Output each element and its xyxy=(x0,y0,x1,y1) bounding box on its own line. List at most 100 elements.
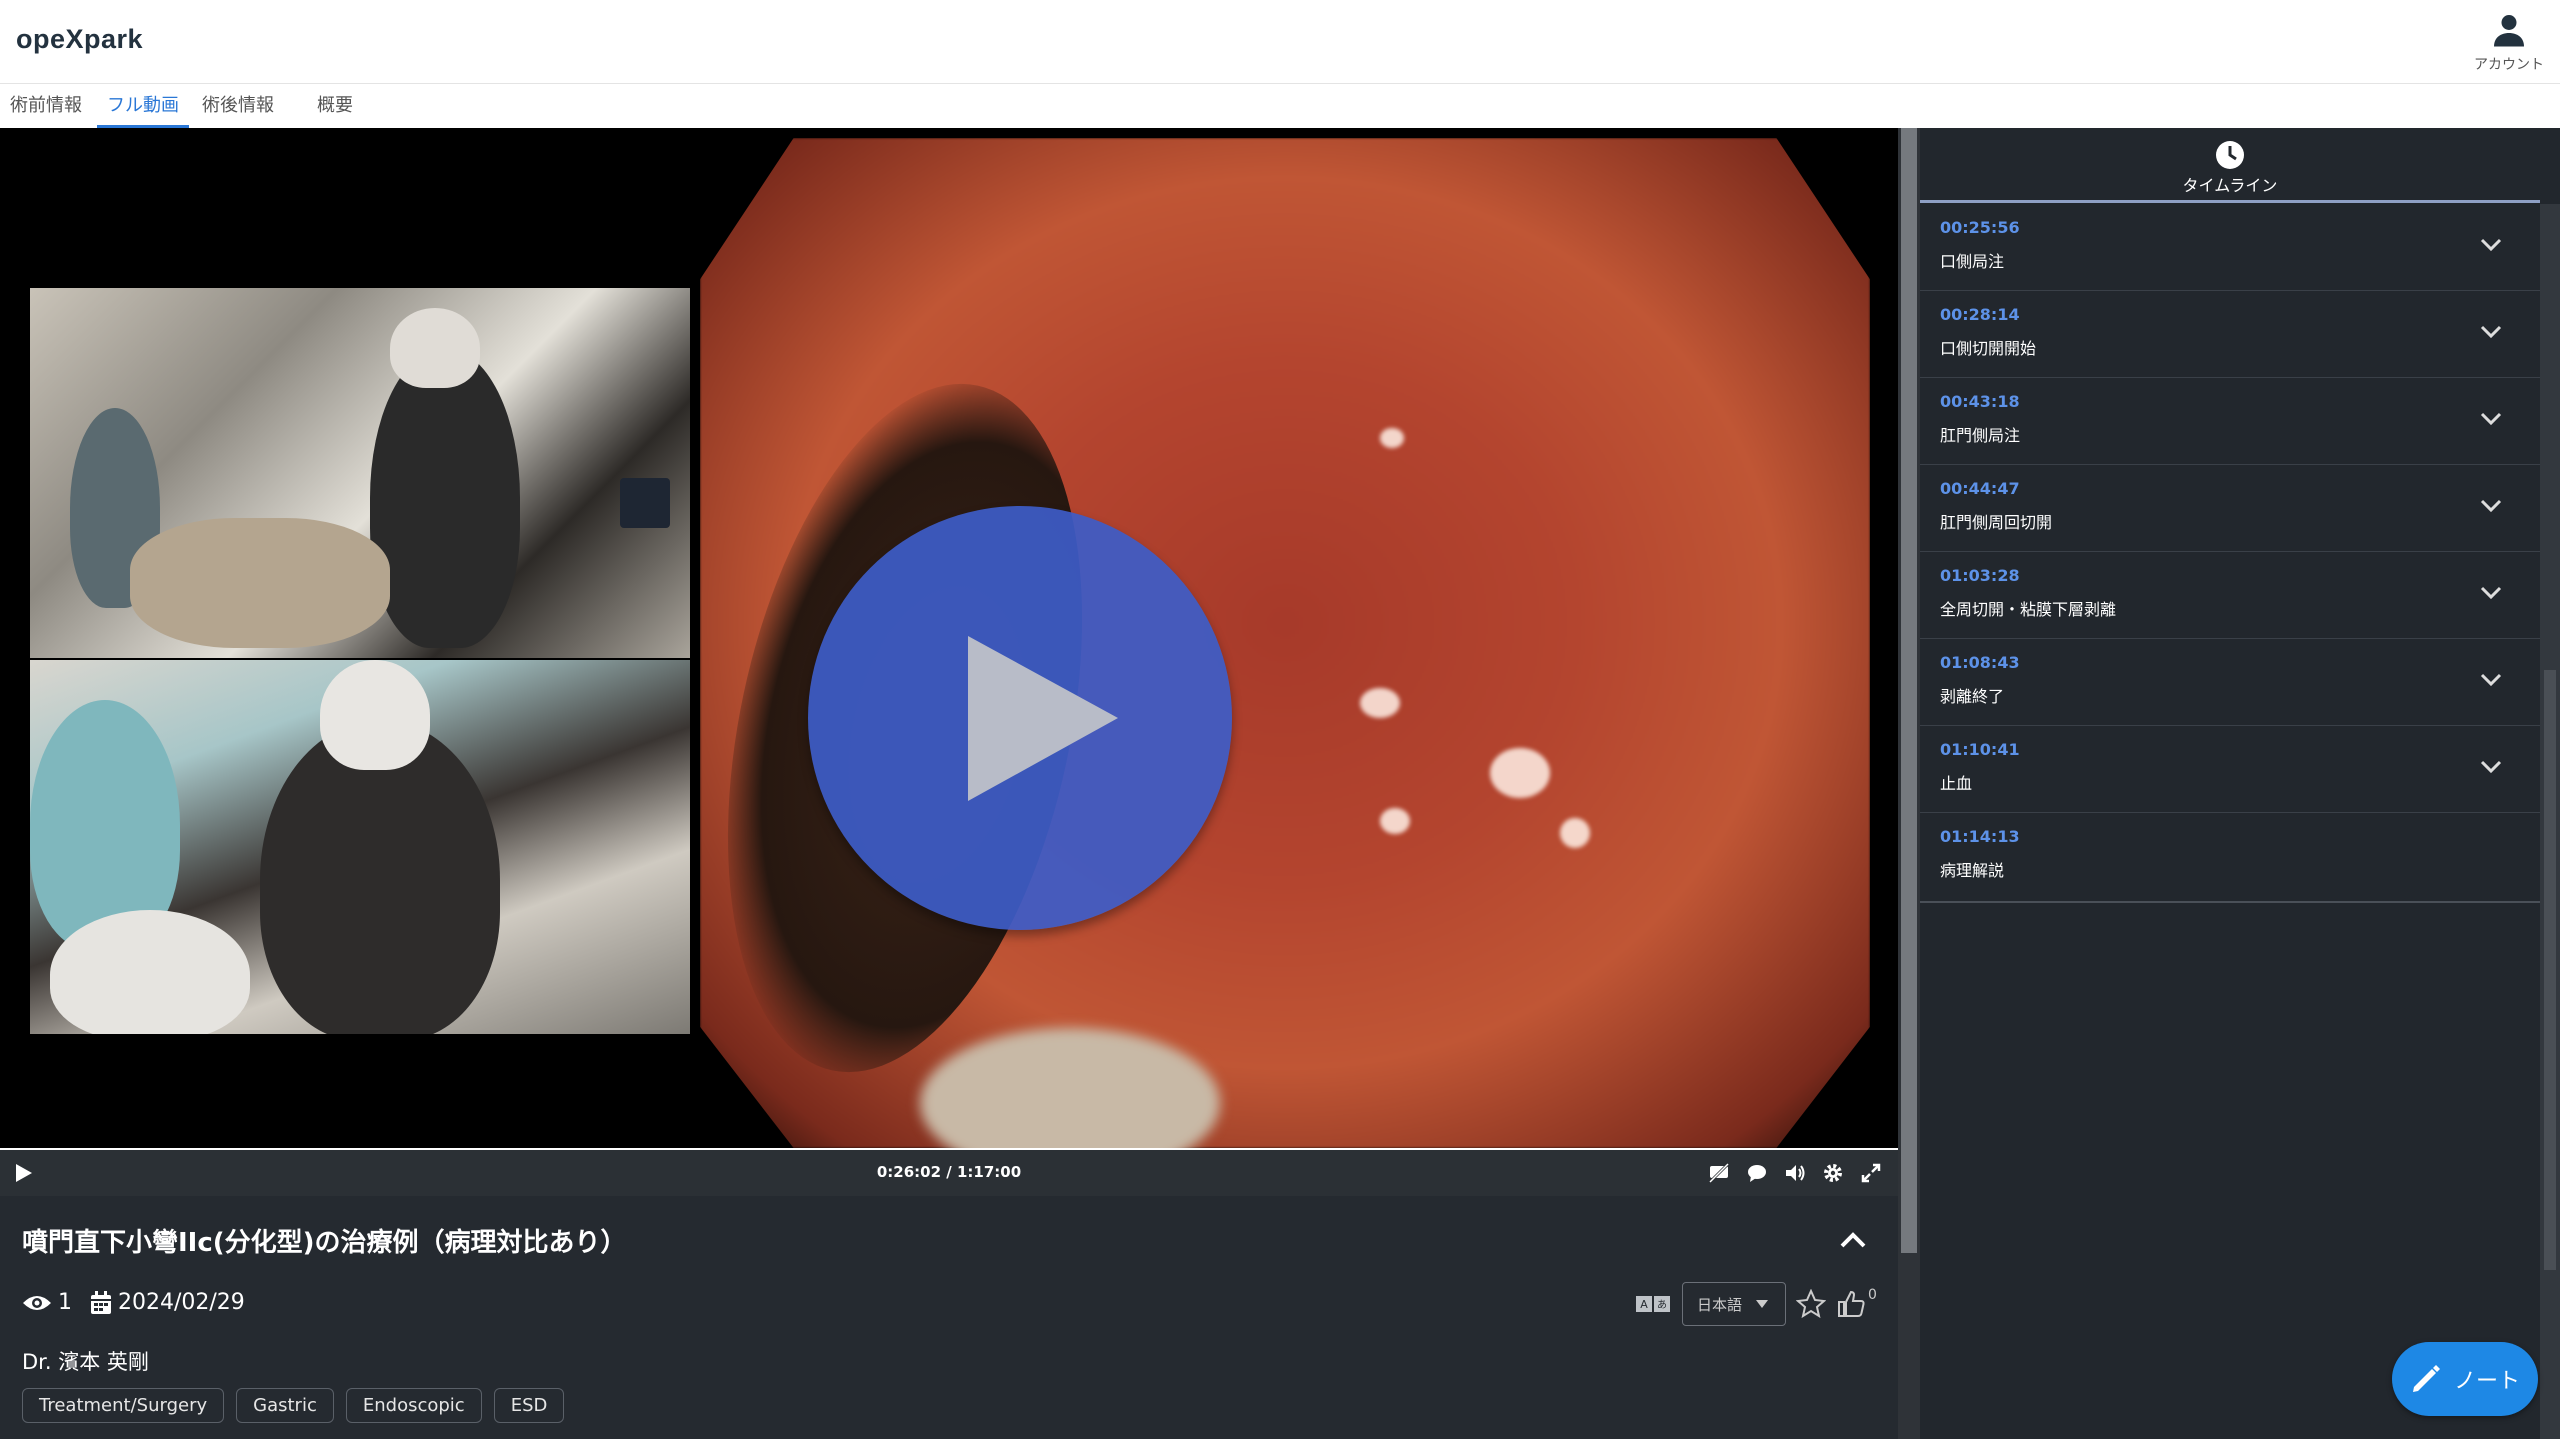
timeline-item[interactable]: 00:43:18 肛門側局注 xyxy=(1920,378,2540,465)
patient-figure xyxy=(130,518,390,648)
timeline-title: タイムライン xyxy=(2182,176,2278,195)
account-button[interactable]: アカウント xyxy=(2472,12,2546,74)
comments-off-icon[interactable] xyxy=(1708,1162,1730,1184)
endoscope-highlight xyxy=(1490,748,1550,798)
timeline-panel: タイムライン 00:25:56 口側局注 00:28:14 口側切開開始 00:… xyxy=(1920,128,2560,1439)
timeline-item-time[interactable]: 01:14:13 xyxy=(1940,827,2020,846)
timeline-item-time[interactable]: 01:08:43 xyxy=(1940,653,2020,672)
camera-view-top xyxy=(30,288,690,658)
tag-endoscopic[interactable]: Endoscopic xyxy=(345,1388,482,1423)
doctor-name: Dr. 濱本 英剛 xyxy=(22,1350,149,1374)
publish-date-value: 2024/02/29 xyxy=(118,1290,245,1315)
timeline-item-time[interactable]: 01:03:28 xyxy=(1940,566,2020,585)
language-select-value: 日本語 xyxy=(1697,1295,1743,1314)
note-button-label: ノート xyxy=(2453,1369,2520,1394)
timeline-item-label: 口側切開開始 xyxy=(1940,339,2037,358)
timeline-item-time[interactable]: 01:10:41 xyxy=(1940,740,2020,759)
timeline-item[interactable]: 01:03:28 全周切開・粘膜下層剥離 xyxy=(1920,552,2540,639)
chat-icon[interactable] xyxy=(1746,1162,1768,1184)
timeline-item-label: 肛門側局注 xyxy=(1940,426,2021,445)
control-icons xyxy=(1708,1162,1882,1184)
tab-preop[interactable]: 術前情報 xyxy=(0,84,92,128)
video-info-panel: 噴門直下小彎IIc(分化型)の治療例（病理対比あり） 1 2024/02/29 … xyxy=(0,1196,1898,1439)
chevron-down-icon[interactable] xyxy=(2480,673,2502,687)
timeline-item[interactable]: 00:25:56 口側局注 xyxy=(1920,204,2540,291)
tag-treatment-surgery[interactable]: Treatment/Surgery xyxy=(22,1388,225,1423)
video-title: 噴門直下小彎IIc(分化型)の治療例（病理対比あり） xyxy=(22,1228,627,1258)
language-select[interactable]: 日本語 xyxy=(1682,1282,1786,1326)
timeline-item[interactable]: 01:14:13 病理解説 xyxy=(1920,813,2540,903)
timeline-tab[interactable]: タイムライン xyxy=(1920,128,2540,202)
timeline-item-label: 止血 xyxy=(1940,774,1973,793)
timeline-item-label: 剥離終了 xyxy=(1940,687,2005,706)
page-scrollbar[interactable] xyxy=(1898,128,1920,1439)
tag-list: Treatment/Surgery Gastric Endoscopic ESD xyxy=(22,1388,565,1423)
big-play-button[interactable] xyxy=(808,506,1232,930)
timeline-item-time[interactable]: 00:43:18 xyxy=(1940,392,2020,411)
tab-overview[interactable]: 概要 xyxy=(307,84,363,128)
chevron-down-icon[interactable] xyxy=(2480,586,2502,600)
chevron-down-icon[interactable] xyxy=(2480,325,2502,339)
eye-icon xyxy=(23,1295,51,1310)
camera-view-bottom xyxy=(30,660,690,1034)
language-controls: Aあ 日本語 0 xyxy=(1636,1282,1877,1326)
svg-text:A: A xyxy=(1640,1298,1648,1311)
timeline-item[interactable]: 00:44:47 肛門側周回切開 xyxy=(1920,465,2540,552)
tag-gastric[interactable]: Gastric xyxy=(236,1388,334,1423)
player-controls: 0:26:02 / 1:17:00 xyxy=(0,1150,1898,1196)
tag-esd[interactable]: ESD xyxy=(493,1388,565,1423)
chevron-up-icon[interactable] xyxy=(1838,1230,1868,1250)
translate-icon[interactable]: Aあ xyxy=(1636,1293,1672,1315)
endoscope-highlight xyxy=(1380,428,1404,448)
star-icon[interactable] xyxy=(1796,1289,1826,1319)
tab-full-video[interactable]: フル動画 xyxy=(97,84,189,128)
timeline-item-time[interactable]: 00:28:14 xyxy=(1940,305,2020,324)
chevron-down-icon[interactable] xyxy=(2480,499,2502,513)
timeline-item-label: 肛門側周回切開 xyxy=(1940,513,2053,532)
person-icon xyxy=(2494,15,2524,47)
note-button[interactable]: ノート xyxy=(2392,1342,2538,1416)
surgeon-figure xyxy=(370,348,520,648)
chevron-down-icon[interactable] xyxy=(2480,760,2502,774)
play-icon xyxy=(968,636,1118,801)
thumbs-up-icon[interactable] xyxy=(1836,1289,1866,1319)
svg-text:あ: あ xyxy=(1657,1299,1667,1311)
timeline-item-label: 病理解説 xyxy=(1940,861,2005,880)
calendar-icon xyxy=(91,1290,111,1314)
timeline-tab-indicator xyxy=(1920,200,2540,203)
app-logo[interactable]: opeXpark xyxy=(16,24,143,55)
endoscope-highlight xyxy=(1380,808,1410,834)
timeline-item[interactable]: 01:08:43 剥離終了 xyxy=(1920,639,2540,726)
surgeon-figure xyxy=(390,308,480,388)
timeline-item-time[interactable]: 00:44:47 xyxy=(1940,479,2020,498)
app-header: opeXpark アカウント xyxy=(0,0,2560,84)
volume-icon[interactable] xyxy=(1784,1162,1806,1184)
publish-date: 2024/02/29 xyxy=(90,1290,245,1315)
surgeon-figure xyxy=(320,660,430,770)
tab-bar: 術前情報 フル動画 術後情報 概要 xyxy=(0,84,2560,128)
timeline-scrollbar[interactable] xyxy=(2540,204,2560,1439)
endoscope-highlight xyxy=(1360,688,1400,718)
timeline-item[interactable]: 01:10:41 止血 xyxy=(1920,726,2540,813)
timeline-item[interactable]: 00:28:14 口側切開開始 xyxy=(1920,291,2540,378)
account-label: アカウント xyxy=(2474,57,2544,73)
timeline-item-label: 口側局注 xyxy=(1940,252,2005,271)
fullscreen-icon[interactable] xyxy=(1860,1162,1882,1184)
caret-down-icon xyxy=(1756,1300,1769,1308)
like-count: 0 xyxy=(1868,1287,1877,1303)
monitor-figure xyxy=(620,478,670,528)
view-count: 1 xyxy=(22,1290,72,1315)
settings-gear-icon[interactable] xyxy=(1822,1162,1844,1184)
chevron-down-icon[interactable] xyxy=(2480,412,2502,426)
timeline-item-time[interactable]: 00:25:56 xyxy=(1940,218,2020,237)
timeline-item-label: 全周切開・粘膜下層剥離 xyxy=(1940,600,2117,619)
timeline-scrollbar-thumb[interactable] xyxy=(2544,670,2556,1270)
video-player[interactable] xyxy=(0,128,1898,1148)
time-display: 0:26:02 / 1:17:00 xyxy=(876,1163,1022,1181)
timeline-list: 00:25:56 口側局注 00:28:14 口側切開開始 00:43:18 肛… xyxy=(1920,204,2540,903)
endoscope-highlight xyxy=(1560,818,1590,848)
page-scrollbar-thumb[interactable] xyxy=(1901,128,1917,1253)
tab-postop[interactable]: 術後情報 xyxy=(192,84,284,128)
chevron-down-icon[interactable] xyxy=(2480,238,2502,252)
patient-figure xyxy=(50,910,250,1034)
